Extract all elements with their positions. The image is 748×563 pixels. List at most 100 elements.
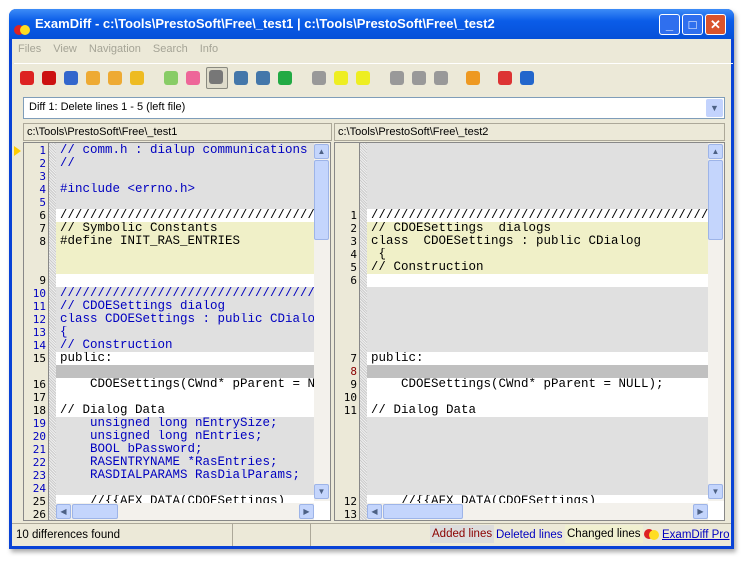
current-diff-icon[interactable]	[332, 69, 350, 87]
diff-line: 8	[335, 365, 724, 378]
line-text: public:	[367, 352, 724, 365]
scroll-thumb[interactable]	[314, 160, 329, 240]
line-text	[367, 287, 724, 300]
maximize-button[interactable]: □	[682, 14, 703, 35]
diff-line: 7 public:	[335, 352, 724, 365]
diff-line: 11 // Dialog Data	[335, 404, 724, 417]
menu-files[interactable]: Files	[12, 40, 47, 58]
info-icon[interactable]	[518, 69, 536, 87]
layout-split-vertical-icon[interactable]	[206, 67, 228, 89]
line-number: 19	[32, 417, 46, 430]
left-file-header: c:\Tools\PrestoSoft\Free\_test1	[23, 123, 332, 141]
swap-icon[interactable]	[62, 69, 80, 87]
diff-line: 16 CDOESettings(CWnd* pParent = NULL);	[24, 378, 330, 391]
line-text	[367, 300, 724, 313]
diff-select[interactable]: Diff 1: Delete lines 1 - 5 (left file) ▼	[23, 97, 725, 119]
minimize-button[interactable]: _	[659, 14, 680, 35]
exit-icon[interactable]	[496, 69, 514, 87]
cherries-icon[interactable]	[40, 69, 58, 87]
line-text: public:	[56, 352, 330, 365]
line-number: 20	[32, 430, 46, 443]
diff-line	[335, 196, 724, 209]
line-number: 7	[39, 222, 46, 235]
line-text: // comm.h : dialup communications	[56, 144, 330, 157]
line-text	[56, 261, 330, 274]
diff-line: 5 // Construction	[335, 261, 724, 274]
line-text	[367, 170, 724, 183]
scroll-right-icon[interactable]: ▶	[299, 504, 314, 519]
options-icon[interactable]	[464, 69, 482, 87]
line-text: //	[56, 157, 330, 170]
diff-line: 22 RASENTRYNAME *RasEntries;	[24, 456, 330, 469]
diff-line	[335, 417, 724, 430]
line-text: ////////////////////////////////////////	[56, 287, 330, 300]
diff-line	[335, 469, 724, 482]
menu-info[interactable]: Info	[194, 40, 224, 58]
edit-right-icon[interactable]	[106, 69, 124, 87]
find-icon[interactable]	[388, 69, 406, 87]
scroll-left-icon[interactable]: ◀	[367, 504, 382, 519]
diff-line: 17	[24, 391, 330, 404]
line-text: CDOESettings(CWnd* pParent = NULL);	[367, 378, 724, 391]
scroll-down-icon[interactable]: ▼	[708, 484, 723, 499]
menu-search[interactable]: Search	[147, 40, 194, 58]
right-pane[interactable]: 1 ///////////////////////////////////////…	[334, 142, 725, 521]
first-diff-icon[interactable]	[310, 69, 328, 87]
line-text	[367, 391, 724, 404]
find-next-icon[interactable]	[410, 69, 428, 87]
right-horizontal-scrollbar[interactable]: ◀ ▶	[367, 503, 708, 520]
scroll-thumb[interactable]	[72, 504, 118, 519]
find-prev-icon[interactable]	[432, 69, 450, 87]
scroll-right-icon[interactable]: ▶	[693, 504, 708, 519]
left-horizontal-scrollbar[interactable]: ◀ ▶	[56, 503, 314, 520]
diff-line	[335, 287, 724, 300]
left-vertical-scrollbar[interactable]: ▲ ▼	[314, 143, 330, 501]
layout-split-horizontal-icon[interactable]	[232, 69, 250, 87]
chevron-down-icon[interactable]: ▼	[706, 99, 723, 117]
colors-icon[interactable]	[276, 69, 294, 87]
diff-line: 10	[335, 391, 724, 404]
scroll-down-icon[interactable]: ▼	[314, 484, 329, 499]
line-number: 25	[32, 495, 46, 508]
diff-line: 9 CDOESettings(CWnd* pParent = NULL);	[335, 378, 724, 391]
close-button[interactable]: ✕	[705, 14, 726, 35]
line-number: 2	[39, 157, 46, 170]
edit-left-icon[interactable]	[84, 69, 102, 87]
line-text: // Dialog Data	[56, 404, 330, 417]
line-text: #define INIT_RAS_ENTRIES	[56, 235, 330, 248]
line-text	[56, 274, 330, 287]
legend-changed: Changed lines	[565, 525, 643, 543]
layout-2-icon[interactable]	[184, 69, 202, 87]
line-text: unsigned long nEntries;	[56, 430, 330, 443]
scroll-up-icon[interactable]: ▲	[708, 144, 723, 159]
scroll-left-icon[interactable]: ◀	[56, 504, 71, 519]
line-number: 22	[32, 456, 46, 469]
scroll-thumb[interactable]	[383, 504, 463, 519]
right-vertical-scrollbar[interactable]: ▲ ▼	[708, 143, 724, 501]
line-text	[367, 157, 724, 170]
line-text: ////////////////////////////////////////	[56, 209, 330, 222]
layout-1-icon[interactable]	[162, 69, 180, 87]
left-pane[interactable]: 1 // comm.h : dialup communications 2 // 3 4 #…	[23, 142, 331, 521]
diff-line	[335, 443, 724, 456]
menu-view[interactable]: View	[47, 40, 83, 58]
layout-4-icon[interactable]	[254, 69, 272, 87]
diff-line	[335, 157, 724, 170]
scroll-up-icon[interactable]: ▲	[314, 144, 329, 159]
next-diff-icon[interactable]	[354, 69, 372, 87]
line-text: unsigned long nEntrySize;	[56, 417, 330, 430]
save-icon[interactable]	[128, 69, 146, 87]
status-message: 10 differences found	[16, 529, 121, 541]
diff-line	[335, 482, 724, 495]
diff-line: 18 // Dialog Data	[24, 404, 330, 417]
diff-line: 21 BOOL bPassword;	[24, 443, 330, 456]
line-number: 10	[343, 391, 357, 404]
scroll-thumb[interactable]	[708, 160, 723, 240]
diff-line: 3	[24, 170, 330, 183]
line-text	[367, 313, 724, 326]
line-text	[367, 196, 724, 209]
menu-navigation[interactable]: Navigation	[83, 40, 147, 58]
open-files-icon[interactable]	[18, 69, 36, 87]
examdiff-pro-link[interactable]: ExamDiff Pro	[662, 529, 730, 541]
line-number: 9	[350, 378, 357, 391]
